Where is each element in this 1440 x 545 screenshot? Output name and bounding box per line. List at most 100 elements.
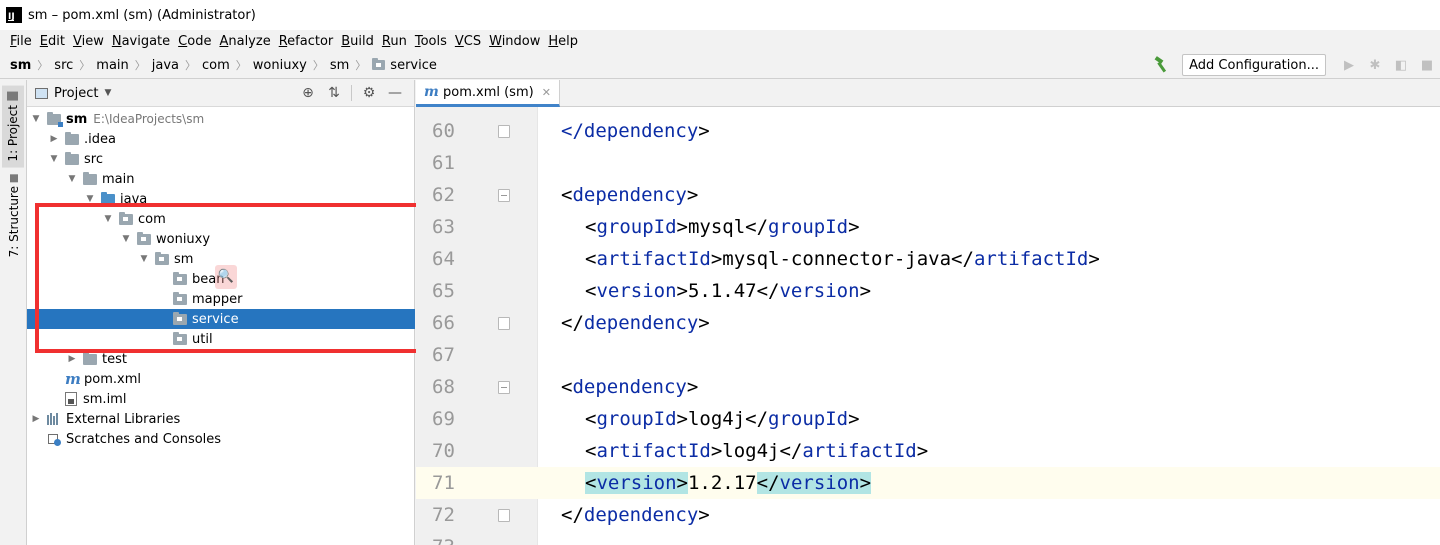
xml-tag-name: dependency (583, 504, 699, 526)
menu-item-analyze[interactable]: Analyze (215, 34, 274, 49)
code-line[interactable]: 61 (416, 147, 1440, 179)
menu-item-refactor[interactable]: Refactor (275, 34, 338, 49)
chevron-right-icon: 〉 (37, 59, 49, 72)
expand-arrow-icon[interactable]: ▼ (49, 154, 59, 164)
menu-item-window[interactable]: Window (485, 34, 544, 49)
code-line[interactable]: 62 <dependency> (416, 179, 1440, 211)
chevron-right-icon: 〉 (79, 59, 91, 72)
editor-tab-bar: m pom.xml (sm) ✕ (416, 80, 1440, 107)
breadcrumb-item-sm[interactable]: sm (10, 58, 31, 73)
line-number: 69 (432, 408, 455, 430)
tree-item-label: pom.xml (84, 371, 141, 387)
menu-item-code[interactable]: Code (174, 34, 215, 49)
code-line[interactable]: 72 </dependency> (416, 499, 1440, 531)
line-number: 72 (432, 504, 455, 526)
code-line[interactable]: 73 (416, 531, 1440, 545)
code-token: > (848, 216, 860, 238)
code-text: </dependency> (561, 307, 710, 339)
line-number: 65 (432, 280, 455, 302)
tab-pom-xml[interactable]: m pom.xml (sm) ✕ (416, 80, 560, 107)
structure-tool-tab[interactable]: 7: Structure (4, 174, 24, 257)
code-line[interactable]: 70 <artifactId>log4j</artifactId> (416, 435, 1440, 467)
run-icon[interactable]: ▶ (1336, 55, 1362, 75)
breadcrumb-item-service[interactable]: service (390, 58, 437, 73)
coverage-icon[interactable]: ◧ (1388, 55, 1414, 75)
fold-marker-icon[interactable] (498, 509, 510, 522)
tree-item-label: External Libraries (66, 411, 181, 427)
tree-item-label: src (84, 151, 103, 167)
fold-marker-icon[interactable] (498, 125, 510, 138)
fold-marker-icon[interactable] (498, 189, 510, 202)
code-token: 1.2.17 (687, 472, 757, 494)
menu-item-file[interactable]: File (6, 34, 36, 49)
tree-item-label: test (102, 351, 127, 367)
code-line[interactable]: 67 (416, 339, 1440, 371)
fold-marker-icon[interactable] (498, 317, 510, 330)
debug-icon[interactable]: ✱ (1362, 55, 1388, 75)
menu-item-help[interactable]: Help (544, 34, 582, 49)
tree-item-idea[interactable]: ▶ .idea (27, 129, 415, 149)
tree-item-label: sm.iml (83, 391, 127, 407)
hammer-icon[interactable] (1152, 55, 1172, 75)
code-line[interactable]: 65 <version>5.1.47</version> (416, 275, 1440, 307)
collapse-all-icon[interactable]: ⇅ (321, 85, 347, 101)
expand-arrow-icon[interactable]: ▼ (67, 174, 77, 184)
code-line[interactable]: 60 </dependency> (416, 115, 1440, 147)
expand-arrow-icon[interactable]: ▼ (31, 114, 41, 124)
xml-tag-name: groupId (768, 408, 849, 430)
breadcrumb-item-woniuxy[interactable]: woniuxy (253, 58, 307, 73)
menu-item-view[interactable]: View (69, 34, 108, 49)
stop-icon[interactable]: ■ (1414, 55, 1440, 75)
menu-item-run[interactable]: Run (378, 34, 411, 49)
code-line[interactable]: 63 <groupId>mysql</groupId> (416, 211, 1440, 243)
code-token: </ (561, 312, 584, 334)
menu-item-build[interactable]: Build (337, 34, 378, 49)
menu-item-vcs[interactable]: VCS (451, 34, 485, 49)
tree-item-pom-xml[interactable]: m pom.xml (27, 369, 415, 389)
collapse-arrow-icon[interactable]: ▶ (67, 354, 77, 364)
maven-file-icon: m (424, 84, 439, 100)
collapse-arrow-icon[interactable]: ▶ (49, 134, 59, 144)
chevron-down-icon[interactable]: ▼ (104, 88, 111, 98)
code-editor[interactable]: 60 </dependency> 61 62 <dependency> 63 <groupI… (416, 107, 1440, 545)
close-icon[interactable]: ✕ (542, 86, 551, 99)
collapse-arrow-icon[interactable]: ▶ (31, 414, 41, 424)
add-configuration-button[interactable]: Add Configuration... (1182, 54, 1326, 76)
menu-item-edit[interactable]: Edit (36, 34, 69, 49)
line-number: 61 (432, 152, 455, 174)
breadcrumb-item-java[interactable]: java (152, 58, 179, 73)
hide-icon[interactable]: — (382, 85, 408, 101)
gear-icon[interactable]: ⚙ (356, 85, 382, 101)
breadcrumb-item-sm[interactable]: sm (330, 58, 349, 73)
code-line[interactable]: 66 </dependency> (416, 307, 1440, 339)
xml-tag-name: dependency (572, 184, 687, 206)
project-tool-tab[interactable]: 1: Project (2, 86, 24, 168)
tree-item-external-libraries[interactable]: ▶ External Libraries (27, 409, 415, 429)
breadcrumb-item-src[interactable]: src (54, 58, 73, 73)
code-line[interactable]: 68 <dependency> (416, 371, 1440, 403)
tree-item-main[interactable]: ▼ main (27, 169, 415, 189)
fold-marker-icon[interactable] (498, 381, 510, 394)
toolbar-divider (351, 85, 352, 101)
code-text: <artifactId>mysql-connector-java</artifa… (585, 243, 1100, 275)
code-line[interactable]: 69 <groupId>log4j</groupId> (416, 403, 1440, 435)
code-line[interactable]: 71 <version>1.2.17</version> (416, 467, 1440, 499)
tree-item-sm[interactable]: ▼ sm E:\IdeaProjects\sm (27, 109, 415, 129)
code-line[interactable]: 64 <artifactId>mysql-connector-java</arti… (416, 243, 1440, 275)
xml-tag-name: groupId (596, 216, 677, 238)
breadcrumb-item-com[interactable]: com (202, 58, 230, 73)
code-token: >5.1.47</ (676, 280, 780, 302)
code-token: >mysql</ (676, 216, 769, 238)
library-icon (47, 413, 61, 425)
tree-item-src[interactable]: ▼ src (27, 149, 415, 169)
chevron-right-icon: 〉 (355, 59, 367, 72)
locate-icon[interactable]: ⊕ (295, 85, 321, 101)
menu-item-tools[interactable]: Tools (411, 34, 451, 49)
project-view-selector[interactable]: Project (54, 86, 98, 101)
breadcrumb-item-main[interactable]: main (96, 58, 128, 73)
tree-item-sm-iml[interactable]: sm.iml (27, 389, 415, 409)
package-icon (372, 58, 386, 70)
code-token: > (916, 440, 929, 462)
tree-item-scratches-and-consoles[interactable]: Scratches and Consoles (27, 429, 415, 449)
menu-item-navigate[interactable]: Navigate (108, 34, 174, 49)
